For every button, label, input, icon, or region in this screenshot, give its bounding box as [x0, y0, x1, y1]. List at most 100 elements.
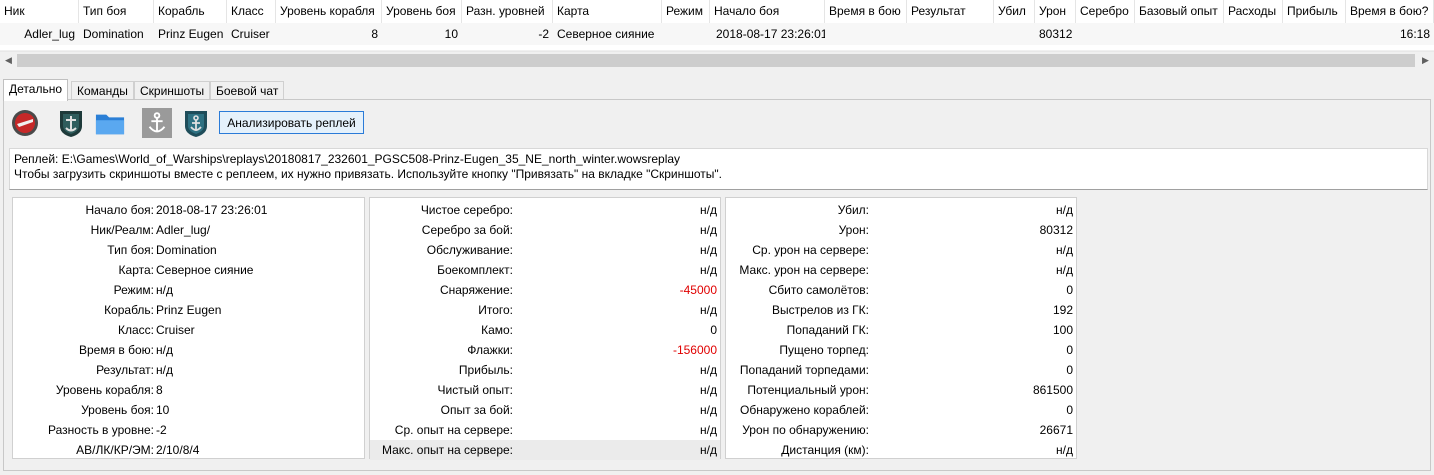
column-header-battle-tier[interactable]: Уровень боя — [382, 0, 462, 23]
column-header-base-xp[interactable]: Базовый опыт — [1135, 0, 1224, 23]
detail-row: Урон: 80312 — [726, 220, 1076, 240]
detail-label: Урон: — [838, 223, 869, 237]
column-header-tier-diff[interactable]: Разн. уровней — [462, 0, 553, 23]
detail-row: АВ/ЛК/КР/ЭМ: 2/10/8/4 — [13, 440, 364, 460]
column-header-nick[interactable]: Ник — [0, 0, 79, 23]
detail-value: н/д — [156, 363, 173, 377]
wows-anchor-icon[interactable] — [181, 107, 211, 139]
detail-label: Карта: — [118, 263, 154, 277]
column-header-battle-time[interactable]: Время в бою — [825, 0, 907, 23]
cell-base-xp — [1135, 23, 1224, 45]
detail-row: Пущено торпед: 0 — [726, 340, 1076, 360]
analyze-replay-button[interactable]: Анализировать реплей — [219, 111, 364, 134]
detail-value: 0 — [1066, 283, 1073, 297]
detail-value: Prinz Eugen — [156, 303, 222, 317]
detail-label: Серебро за бой: — [421, 223, 513, 237]
grid-header: Ник Тип боя Корабль Класс Уровень корабля Уро… — [0, 0, 1434, 23]
anchor-icon[interactable] — [142, 107, 172, 139]
detail-label: Обслуживание: — [426, 243, 513, 257]
detail-value: н/д — [700, 223, 717, 237]
column-header-battle-type[interactable]: Тип боя — [79, 0, 154, 23]
wargaming-icon[interactable] — [10, 107, 40, 139]
detail-row: Разность в уровне: -2 — [13, 420, 364, 440]
column-header-result[interactable]: Результат — [907, 0, 994, 23]
table-row[interactable]: Adler_lug Domination Prinz Eugen Cruiser 8 10… — [0, 23, 1434, 45]
detail-label: Урон по обнаружению: — [742, 423, 869, 437]
detail-label: Убил: — [837, 203, 869, 217]
detail-value: н/д — [700, 383, 717, 397]
column-header-damage[interactable]: Урон — [1035, 0, 1076, 23]
detail-label: Уровень корабля: — [55, 383, 154, 397]
detail-value: 0 — [1066, 343, 1073, 357]
cell-result — [907, 23, 994, 45]
cell-ship: Prinz Eugen — [158, 27, 224, 41]
cell-map: Северное сияние — [557, 27, 655, 41]
wows-emblem-icon[interactable] — [56, 107, 86, 139]
column-header-battle-time-2[interactable]: Время в бою? — [1346, 0, 1434, 23]
detail-row: Выстрелов из ГК: 192 — [726, 300, 1076, 320]
detail-value: н/д — [156, 283, 173, 297]
detail-row: Ник/Реалм: Adler_lug/ — [13, 220, 364, 240]
column-header-ship[interactable]: Корабль — [154, 0, 227, 23]
horizontal-scrollbar[interactable]: ◀ ▶ — [0, 51, 1434, 68]
column-header-battle-start[interactable]: Начало боя — [710, 0, 825, 23]
detail-value: Cruiser — [156, 323, 195, 337]
tab-screenshots[interactable]: Скриншоты — [134, 81, 211, 100]
detail-label: Время в бою: — [78, 343, 154, 357]
detail-row: Ср. урон на сервере: н/д — [726, 240, 1076, 260]
detail-row: Класс: Cruiser — [13, 320, 364, 340]
detail-label: Снаряжение: — [439, 283, 513, 297]
detail-label: Потенциальный урон: — [747, 383, 869, 397]
scroll-left-icon[interactable]: ◀ — [0, 52, 17, 69]
column-header-silver[interactable]: Серебро — [1076, 0, 1135, 23]
detail-row: Уровень боя: 10 — [13, 400, 364, 420]
tab-teams[interactable]: Команды — [71, 81, 134, 100]
cell-battle-time — [825, 23, 907, 45]
replay-info-box[interactable]: Реплей: E:\Games\World_of_Warships\repla… — [9, 148, 1428, 190]
detail-row: Ср. опыт на сервере: н/д — [370, 420, 720, 440]
column-header-expenses[interactable]: Расходы — [1224, 0, 1283, 23]
tab-battle-chat[interactable]: Боевой чат — [210, 81, 285, 100]
detail-value: 80312 — [1039, 223, 1073, 237]
detail-row: Тип боя: Domination — [13, 240, 364, 260]
column-header-mode[interactable]: Режим — [662, 0, 710, 23]
scroll-right-icon[interactable]: ▶ — [1417, 52, 1434, 69]
detail-value: 10 — [156, 403, 170, 417]
column-header-map[interactable]: Карта — [553, 0, 662, 23]
detail-value: н/д — [700, 303, 717, 317]
detail-value: н/д — [1056, 443, 1073, 457]
detail-row: Обнаружено кораблей: 0 — [726, 400, 1076, 420]
detail-label: Тип боя: — [107, 243, 154, 257]
detail-value: 0 — [1066, 403, 1073, 417]
combat-stats-column: Убил: н/д Урон: 80312 Ср. урон на сервере: н/… — [725, 197, 1077, 459]
tab-details[interactable]: Детально — [3, 79, 68, 101]
column-header-kills[interactable]: Убил — [994, 0, 1035, 23]
detail-label: Пущено торпед: — [779, 343, 869, 357]
cell-battle-time-2: 16:18 — [1399, 27, 1430, 41]
detail-value: н/д — [1056, 243, 1073, 257]
detail-label: Опыт за бой: — [440, 403, 513, 417]
detail-value: 100 — [1052, 323, 1073, 337]
column-header-class[interactable]: Класс — [227, 0, 276, 23]
detail-label: Камо: — [481, 323, 513, 337]
folder-icon[interactable] — [95, 107, 125, 139]
economy-column: Чистое серебро: н/д Серебро за бой: н/д Обсл… — [369, 197, 721, 460]
detail-row: Чистое серебро: н/д — [370, 200, 720, 220]
column-header-ship-tier[interactable]: Уровень корабля — [276, 0, 382, 23]
column-header-profit[interactable]: Прибыль — [1283, 0, 1346, 23]
detail-label: Попаданий ГК: — [786, 323, 869, 337]
detail-row: Уровень корабля: 8 — [13, 380, 364, 400]
detail-row: Макс. урон на сервере: н/д — [726, 260, 1076, 280]
detail-value: н/д — [700, 243, 717, 257]
cell-battle-start: 2018-08-17 23:26:01 — [716, 27, 825, 41]
detail-row: Макс. опыт на сервере: н/д — [370, 440, 720, 460]
detail-row: Потенциальный урон: 861500 — [726, 380, 1076, 400]
scrollbar-thumb[interactable] — [17, 54, 1415, 67]
detail-label: Класс: — [118, 323, 154, 337]
detail-value: -156000 — [672, 343, 717, 357]
detail-value: н/д — [700, 263, 717, 277]
cell-profit — [1283, 23, 1346, 45]
detail-label: Макс. урон на сервере: — [739, 263, 869, 277]
detail-label: Начало боя: — [85, 203, 154, 217]
detail-row: Начало боя: 2018-08-17 23:26:01 — [13, 200, 364, 220]
